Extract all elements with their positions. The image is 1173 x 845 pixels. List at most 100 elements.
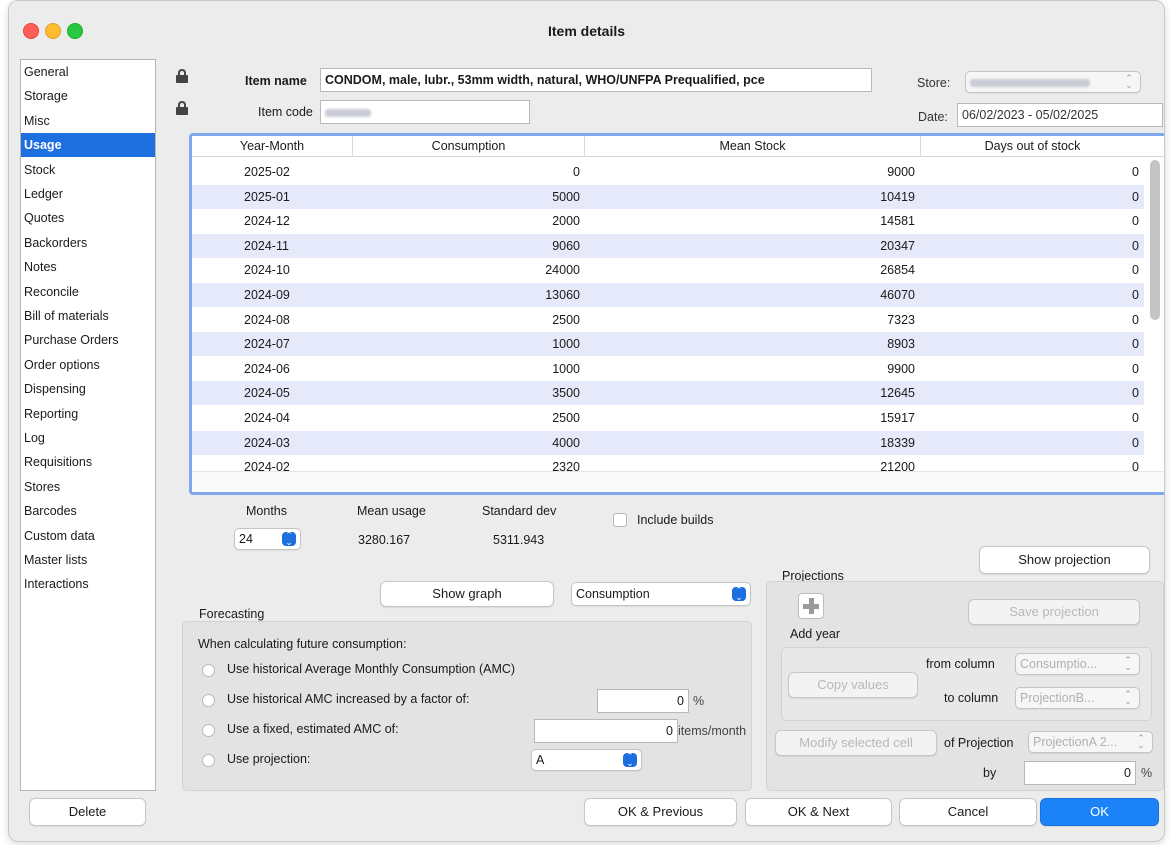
sidebar-item-custom-data[interactable]: Custom data bbox=[21, 524, 155, 548]
store-label: Store: bbox=[917, 76, 951, 90]
months-select[interactable]: 24 ⌃ ⌄ bbox=[234, 528, 301, 550]
delete-button[interactable]: Delete bbox=[29, 798, 146, 826]
sidebar-item-ledger[interactable]: Ledger bbox=[21, 182, 155, 206]
ok-previous-button[interactable]: OK & Previous bbox=[584, 798, 737, 826]
sidebar-item-stock[interactable]: Stock bbox=[21, 158, 155, 182]
radio-fixed-amc[interactable] bbox=[202, 724, 215, 737]
table-row[interactable]: 2024-09 13060 46070 0 bbox=[192, 283, 1144, 307]
show-graph-button[interactable]: Show graph bbox=[380, 581, 554, 607]
sidebar: General Storage Misc Usage Stock Ledger Quotes… bbox=[20, 59, 156, 791]
of-projection-select[interactable]: ProjectionA 2... ⌃ ⌄ bbox=[1028, 731, 1153, 753]
from-column-label: from column bbox=[926, 657, 995, 671]
sidebar-item-requisitions[interactable]: Requisitions bbox=[21, 450, 155, 474]
ok-button[interactable]: OK bbox=[1040, 798, 1159, 826]
radio-amc-factor[interactable] bbox=[202, 694, 215, 707]
to-column-label: to column bbox=[944, 691, 999, 705]
col-header-consumption[interactable]: Consumption bbox=[353, 136, 585, 156]
cell-days-out-of-stock: 0 bbox=[1132, 435, 1139, 450]
table-row[interactable]: 2025-02 0 9000 0 bbox=[192, 160, 1144, 184]
table-row[interactable]: 2024-07 1000 8903 0 bbox=[192, 332, 1144, 357]
sidebar-item-quotes[interactable]: Quotes bbox=[21, 206, 155, 230]
table-row[interactable]: 2024-04 2500 15917 0 bbox=[192, 406, 1144, 430]
fixed-amc-input[interactable]: 0 bbox=[534, 719, 678, 743]
sidebar-item-misc[interactable]: Misc bbox=[21, 109, 155, 133]
sidebar-item-interactions[interactable]: Interactions bbox=[21, 572, 155, 596]
to-column-select[interactable]: ProjectionB... ⌃ ⌄ bbox=[1015, 687, 1140, 709]
cell-consumption: 2000 bbox=[552, 214, 580, 229]
sidebar-item-usage[interactable]: Usage bbox=[21, 133, 155, 158]
projection-select[interactable]: A ⌃ ⌄ bbox=[531, 749, 642, 771]
cell-mean-stock: 18339 bbox=[880, 435, 915, 450]
cell-mean-stock: 12645 bbox=[880, 386, 915, 401]
item-name-field[interactable]: CONDOM, male, lubr., 53mm width, natural… bbox=[320, 68, 872, 92]
col-header-year-month[interactable]: Year-Month bbox=[192, 136, 353, 156]
ok-next-button[interactable]: OK & Next bbox=[745, 798, 892, 826]
show-projection-button[interactable]: Show projection bbox=[979, 546, 1150, 574]
table-row[interactable]: 2024-03 4000 18339 0 bbox=[192, 430, 1144, 455]
sidebar-item-stores[interactable]: Stores bbox=[21, 475, 155, 499]
table-row[interactable]: 2024-11 9060 20347 0 bbox=[192, 233, 1144, 258]
sidebar-item-bill-of-materials[interactable]: Bill of materials bbox=[21, 304, 155, 328]
sidebar-item-reporting[interactable]: Reporting bbox=[21, 402, 155, 426]
add-year-plus-icon[interactable] bbox=[798, 593, 824, 619]
table-row[interactable]: 2025-01 5000 10419 0 bbox=[192, 184, 1144, 209]
modify-selected-cell-button[interactable]: Modify selected cell bbox=[775, 730, 937, 756]
radio-historical-amc[interactable] bbox=[202, 664, 215, 677]
sidebar-item-master-lists[interactable]: Master lists bbox=[21, 548, 155, 572]
store-select[interactable]: ⌃ ⌄ bbox=[965, 71, 1141, 93]
save-projection-button[interactable]: Save projection bbox=[968, 599, 1140, 625]
sidebar-item-log[interactable]: Log bbox=[21, 426, 155, 450]
table-footer-area bbox=[192, 471, 1164, 492]
cell-mean-stock: 15917 bbox=[880, 411, 915, 425]
sidebar-item-storage[interactable]: Storage bbox=[21, 84, 155, 108]
by-percent-input[interactable]: 0 bbox=[1024, 761, 1136, 785]
cell-consumption: 2500 bbox=[552, 411, 580, 425]
table-row[interactable]: 2024-12 2000 14581 0 bbox=[192, 209, 1144, 233]
option-historical-amc-label: Use historical Average Monthly Consumpti… bbox=[227, 662, 516, 676]
cell-year-month: 2024-10 bbox=[244, 263, 290, 278]
cell-days-out-of-stock: 0 bbox=[1132, 288, 1139, 302]
cell-days-out-of-stock: 0 bbox=[1132, 411, 1139, 425]
sidebar-item-reconcile[interactable]: Reconcile bbox=[21, 280, 155, 304]
table-row[interactable]: 2024-06 1000 9900 0 bbox=[192, 357, 1144, 381]
mean-usage-value: 3280.167 bbox=[358, 533, 411, 547]
cell-consumption: 2500 bbox=[552, 312, 580, 327]
sidebar-item-purchase-orders[interactable]: Purchase Orders bbox=[21, 328, 155, 352]
of-projection-value: ProjectionA 2... bbox=[1033, 735, 1118, 749]
amc-factor-input[interactable]: 0 bbox=[597, 689, 689, 713]
include-builds-checkbox[interactable] bbox=[613, 513, 627, 527]
sidebar-item-order-options[interactable]: Order options bbox=[21, 353, 155, 377]
sidebar-item-backorders[interactable]: Backorders bbox=[21, 231, 155, 255]
cancel-button[interactable]: Cancel bbox=[899, 798, 1037, 826]
cell-days-out-of-stock: 0 bbox=[1132, 337, 1139, 352]
graph-type-select[interactable]: Consumption ⌃ ⌄ bbox=[571, 582, 751, 606]
col-header-days-out-of-stock[interactable]: Days out of stock bbox=[921, 136, 1144, 156]
cell-mean-stock: 7323 bbox=[887, 312, 915, 327]
table-scrollbar[interactable] bbox=[1150, 160, 1160, 320]
sidebar-item-barcodes[interactable]: Barcodes bbox=[21, 499, 155, 523]
cell-consumption: 1000 bbox=[552, 361, 580, 376]
cell-days-out-of-stock: 0 bbox=[1132, 238, 1139, 253]
cell-year-month: 2024-07 bbox=[244, 337, 290, 352]
sidebar-item-dispensing[interactable]: Dispensing bbox=[21, 377, 155, 401]
fixed-amc-unit: items/month bbox=[678, 724, 747, 738]
chevron-updown-icon: ⌃ ⌄ bbox=[1124, 655, 1132, 672]
radio-use-projection[interactable] bbox=[202, 754, 215, 767]
copy-values-button[interactable]: Copy values bbox=[788, 672, 918, 698]
table-row[interactable]: 2024-08 2500 7323 0 bbox=[192, 308, 1144, 332]
from-column-select[interactable]: Consumptio... ⌃ ⌄ bbox=[1015, 653, 1140, 675]
sidebar-item-general[interactable]: General bbox=[21, 60, 155, 84]
item-code-field[interactable] bbox=[320, 100, 530, 124]
redacted-store bbox=[970, 78, 1090, 87]
sidebar-item-notes[interactable]: Notes bbox=[21, 255, 155, 279]
cell-consumption: 1000 bbox=[552, 337, 580, 352]
cell-days-out-of-stock: 0 bbox=[1132, 361, 1139, 376]
item-code-label: Item code bbox=[258, 105, 313, 119]
date-range-field[interactable]: 06/02/2023 - 05/02/2025 bbox=[957, 103, 1163, 127]
col-header-mean-stock[interactable]: Mean Stock bbox=[585, 136, 921, 156]
projection-select-value: A bbox=[536, 753, 545, 767]
cell-days-out-of-stock: 0 bbox=[1132, 263, 1139, 278]
table-row[interactable]: 2024-10 24000 26854 0 bbox=[192, 258, 1144, 282]
table-row[interactable]: 2024-05 3500 12645 0 bbox=[192, 381, 1144, 406]
cell-year-month: 2024-12 bbox=[244, 214, 290, 229]
